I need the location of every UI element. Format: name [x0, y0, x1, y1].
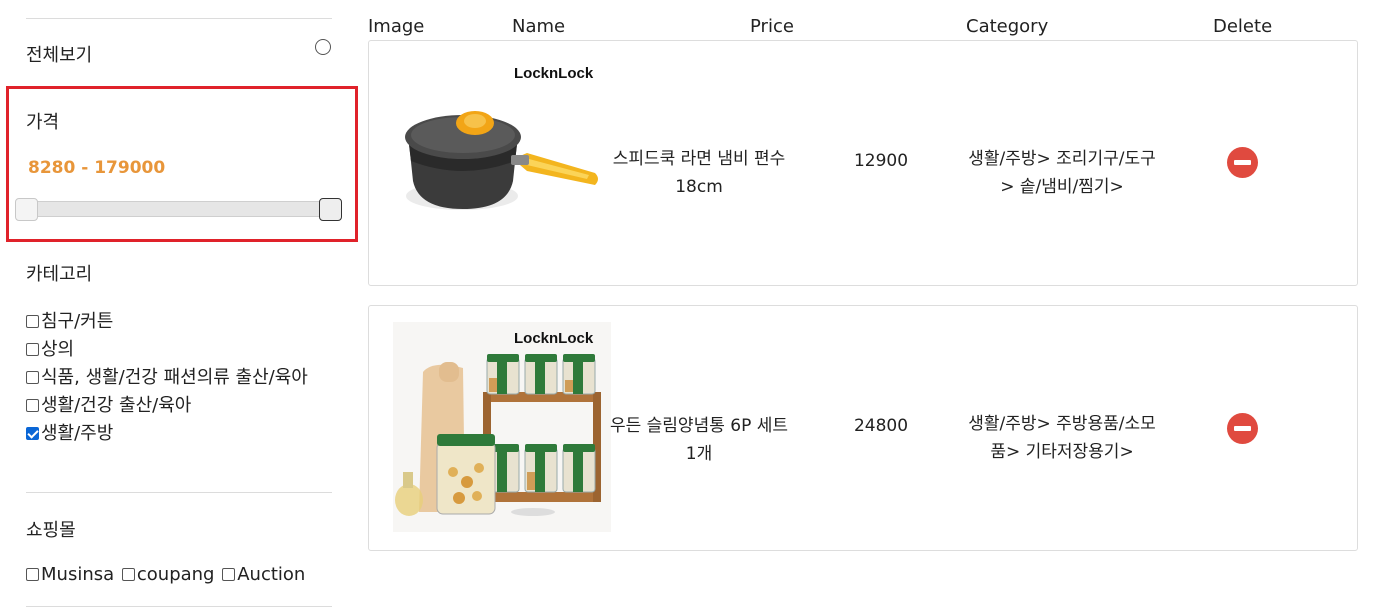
category-label: 침구/커튼: [41, 311, 114, 332]
saucepan-image: [405, 111, 598, 210]
brand-name: LocknLock: [514, 65, 594, 82]
column-header-image: Image: [368, 16, 425, 37]
divider: [26, 606, 332, 607]
category-checkbox[interactable]: [26, 371, 39, 384]
category-label: 생활/건강 출산/육아: [41, 395, 192, 416]
price-slider-track[interactable]: [16, 201, 342, 217]
delete-button[interactable]: [1227, 147, 1258, 178]
column-header-delete: Delete: [1213, 16, 1273, 37]
divider: [26, 492, 332, 493]
category-list: 침구/커튼 상의 식품, 생활/건강 패션의류 출산/육아 생활/건강 출산/육…: [26, 308, 332, 448]
category-item[interactable]: 생활/주방: [26, 420, 332, 448]
mall-item[interactable]: Musinsa: [26, 564, 114, 585]
view-all-label[interactable]: 전체보기: [26, 41, 92, 67]
product-category: 생활/주방> 주방용품/소모품> 기타저장용기>: [968, 414, 1156, 462]
price-slider-min-handle[interactable]: [15, 198, 38, 221]
category-item[interactable]: 상의: [26, 336, 332, 364]
mall-item[interactable]: Auction: [222, 564, 305, 585]
divider: [26, 18, 332, 19]
category-label: 식품, 생활/건강 패션의류 출산/육아: [41, 367, 308, 388]
product-name: 우든 슬림양념통 6P 세트 1개: [609, 416, 789, 464]
product-price: 12900: [853, 151, 909, 171]
mall-label: Musinsa: [41, 564, 115, 585]
price-slider-max-handle[interactable]: [319, 198, 342, 221]
product-category: 생활/주방> 조리기구/도구> 솥/냄비/찜기>: [968, 149, 1156, 197]
category-item[interactable]: 침구/커튼: [26, 308, 332, 336]
mall-checkbox[interactable]: [26, 568, 39, 581]
product-name: 스피드쿡 라면 냄비 편수 18cm: [612, 149, 786, 197]
product-row: LocknLock 우든 슬림양념통 6P 세트 1개 24800 생활/주방>…: [368, 305, 1358, 551]
category-checkbox[interactable]: [26, 343, 39, 356]
filter-sidebar: 전체보기 가격 8280 - 179000 카테고리 침구/커튼 상의 식품, …: [0, 0, 360, 609]
product-row: LocknLock 스피드쿡 라면 냄비 편수 18cm 12900 생활/주방…: [368, 40, 1358, 286]
product-price: 24800: [853, 416, 909, 436]
mall-label: coupang: [136, 564, 215, 585]
mall-label: Auction: [237, 564, 306, 585]
spice-container-set-image: [393, 322, 611, 532]
category-checkbox[interactable]: [26, 399, 39, 412]
column-header-category: Category: [966, 16, 1049, 37]
category-checkbox-checked[interactable]: [26, 427, 39, 440]
category-item[interactable]: 식품, 생활/건강 패션의류 출산/육아: [26, 364, 332, 392]
mall-checkbox[interactable]: [121, 568, 135, 581]
category-filter-title: 카테고리: [26, 264, 93, 285]
mall-list: Musinsa coupang Auction: [26, 564, 307, 585]
view-all-radio[interactable]: [315, 39, 331, 55]
delete-button[interactable]: [1227, 413, 1258, 444]
mall-item[interactable]: coupang: [121, 564, 215, 585]
category-label: 생활/주방: [41, 423, 114, 444]
column-header-name: Name: [512, 16, 566, 37]
category-checkbox[interactable]: [26, 315, 39, 328]
mall-checkbox[interactable]: [222, 568, 236, 581]
category-label: 상의: [41, 339, 75, 360]
price-filter-title: 가격: [26, 112, 60, 133]
mall-filter-title: 쇼핑몰: [26, 520, 76, 541]
brand-name: LocknLock: [514, 330, 594, 347]
category-item[interactable]: 생활/건강 출산/육아: [26, 392, 332, 420]
column-header-price: Price: [750, 16, 794, 37]
price-range-value: 8280 - 179000: [28, 158, 166, 178]
